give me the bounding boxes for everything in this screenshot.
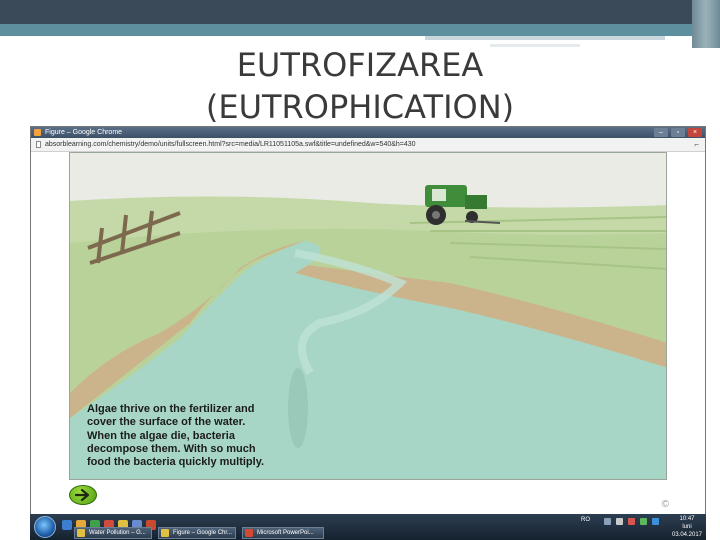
start-button[interactable] bbox=[34, 516, 56, 538]
page-favicon-icon bbox=[34, 129, 41, 136]
show-desktop-icon[interactable] bbox=[62, 520, 72, 530]
chrome-icon bbox=[77, 529, 85, 537]
page-document-icon bbox=[36, 141, 41, 148]
slide-header-decoration bbox=[425, 36, 665, 40]
window-controls: – ▫ × bbox=[654, 128, 702, 137]
windows-taskbar: Water Pollution – G... Figure – Google C… bbox=[30, 514, 706, 540]
taskbar-item[interactable]: Figure – Google Chr... bbox=[158, 527, 236, 539]
security-icon[interactable] bbox=[628, 518, 635, 525]
caption-line: Algae thrive on the fertilizer and bbox=[87, 403, 255, 415]
address-bar[interactable]: absorblearning.com/chemistry/demo/units/… bbox=[31, 138, 705, 152]
taskbar-item-label: Microsoft PowerPoi... bbox=[257, 530, 314, 536]
arrow-right-icon bbox=[75, 489, 90, 501]
language-indicator[interactable]: RO bbox=[581, 517, 590, 523]
key-icon[interactable]: ⌐ bbox=[694, 138, 699, 151]
powerpoint-icon bbox=[245, 529, 253, 537]
slide-header-corner bbox=[692, 0, 720, 48]
browser-title-bar[interactable]: Figure – Google Chrome – ▫ × bbox=[31, 127, 705, 138]
caption-line: When the algae die, bacteria bbox=[87, 429, 235, 442]
taskbar-item-label: Water Pollution – G... bbox=[89, 530, 146, 536]
slide-header-stripe bbox=[0, 24, 720, 36]
taskbar-item[interactable]: Microsoft PowerPoi... bbox=[242, 527, 324, 539]
taskbar-item[interactable]: Water Pollution – G... bbox=[74, 527, 152, 539]
notification-icon[interactable] bbox=[652, 518, 659, 525]
minimize-button[interactable]: – bbox=[654, 128, 668, 137]
slide-title-line: (EUTROPHICATION) bbox=[205, 88, 515, 126]
window-title: Figure – Google Chrome bbox=[45, 129, 123, 136]
caption-line: decompose them. With so much bbox=[87, 442, 256, 455]
clock-time: 10:47 bbox=[679, 516, 695, 522]
caption-line: cover the surface of the water. bbox=[87, 416, 246, 429]
maximize-button[interactable]: ▫ bbox=[671, 128, 685, 137]
url-text[interactable]: absorblearning.com/chemistry/demo/units/… bbox=[45, 138, 416, 151]
next-button[interactable] bbox=[69, 485, 97, 505]
scene-caption: Algae thrive on the fertilizer and cover… bbox=[87, 403, 337, 469]
taskbar-clock[interactable]: 10:47 luni 03.04.2017 bbox=[670, 515, 704, 539]
volume-icon[interactable] bbox=[616, 518, 623, 525]
close-button[interactable]: × bbox=[688, 128, 702, 137]
battery-icon[interactable] bbox=[640, 518, 647, 525]
clock-day: luni bbox=[682, 524, 692, 530]
slide-title: EUTROFIZAREA (EUTROPHICATION) bbox=[0, 44, 720, 128]
clock-date: 03.04.2017 bbox=[671, 532, 703, 538]
network-icon[interactable] bbox=[604, 518, 611, 525]
caption-line: food the bacteria quickly multiply. bbox=[87, 456, 265, 469]
browser-window: Figure – Google Chrome – ▫ × absorblearn… bbox=[30, 126, 706, 528]
slide-header-bar bbox=[0, 0, 720, 24]
chrome-icon bbox=[161, 529, 169, 537]
copyright-symbol: © bbox=[661, 499, 669, 510]
taskbar-item-label: Figure – Google Chr... bbox=[173, 530, 233, 536]
animation-scene: Algae thrive on the fertilizer and cover… bbox=[69, 152, 667, 480]
slide-title-line: EUTROFIZAREA bbox=[236, 46, 484, 84]
